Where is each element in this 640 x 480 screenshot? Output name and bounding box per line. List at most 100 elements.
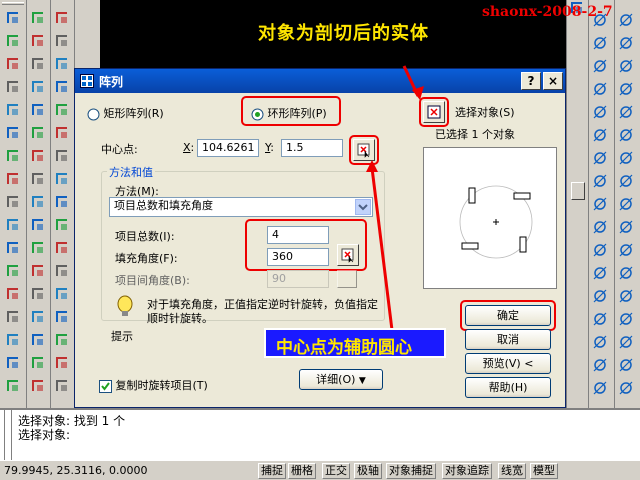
toolbar-tool-icon[interactable] — [5, 332, 21, 348]
toolbar-tool-icon[interactable] — [30, 56, 46, 72]
center-x-input[interactable]: 104.6261 — [197, 139, 259, 157]
command-window[interactable]: 选择对象: 找到 1 个 选择对象: — [0, 408, 640, 460]
draw-tool-icon[interactable] — [618, 265, 634, 284]
status-toggle-7[interactable]: 模型 — [530, 463, 558, 479]
toolbar-tool-icon[interactable] — [54, 355, 70, 371]
select-objects-button[interactable] — [423, 101, 445, 123]
rect-array-radio[interactable]: 矩形阵列(R) — [87, 105, 164, 121]
toolbar-tool-icon[interactable] — [30, 194, 46, 210]
toolbar-tool-icon[interactable] — [5, 33, 21, 49]
draw-tool-icon[interactable] — [592, 265, 608, 284]
draw-tool-icon[interactable] — [618, 81, 634, 100]
toolbar-tool-icon[interactable] — [30, 10, 46, 26]
toolbar-tool-icon[interactable] — [5, 355, 21, 371]
toolbar-tool-icon[interactable] — [30, 125, 46, 141]
draw-tool-icon[interactable] — [618, 288, 634, 307]
toolbar-tool-icon[interactable] — [30, 33, 46, 49]
polar-array-radio[interactable]: 环形阵列(P) — [251, 105, 327, 121]
toolbar-tool-icon[interactable] — [54, 263, 70, 279]
draw-tool-icon[interactable] — [592, 173, 608, 192]
toolbar-tool-icon[interactable] — [5, 56, 21, 72]
toolbar-tool-icon[interactable] — [54, 286, 70, 302]
draw-tool-icon[interactable] — [592, 219, 608, 238]
toolbar-tool-icon[interactable] — [54, 125, 70, 141]
draw-tool-icon[interactable] — [592, 196, 608, 215]
toolbar-tool-icon[interactable] — [30, 102, 46, 118]
draw-tool-icon[interactable] — [592, 380, 608, 399]
toolbar-tool-icon[interactable] — [54, 148, 70, 164]
toolbar-tool-icon[interactable] — [5, 171, 21, 187]
toolbar-tool-icon[interactable] — [30, 332, 46, 348]
draw-tool-icon[interactable] — [618, 219, 634, 238]
help-title-button[interactable]: ? — [521, 72, 541, 90]
toolbar-tool-icon[interactable] — [54, 56, 70, 72]
toolbar-tool-icon[interactable] — [5, 309, 21, 325]
preview-button[interactable]: 预览(V) < — [465, 353, 551, 374]
coordinates-readout[interactable]: 79.9945, 25.3116, 0.0000 — [4, 464, 147, 477]
toolbar-tool-icon[interactable] — [54, 194, 70, 210]
draw-tool-icon[interactable] — [592, 58, 608, 77]
draw-tool-icon[interactable] — [618, 357, 634, 376]
method-select[interactable]: 项目总数和填充角度 — [109, 197, 373, 217]
draw-tool-icon[interactable] — [592, 334, 608, 353]
toolbar-tool-icon[interactable] — [54, 79, 70, 95]
toolbar-tool-icon[interactable] — [5, 240, 21, 256]
cancel-button[interactable]: 取消 — [465, 329, 551, 350]
ok-button[interactable]: 确定 — [465, 305, 551, 326]
draw-tool-icon[interactable] — [618, 12, 634, 31]
command-grip[interactable] — [4, 410, 12, 460]
toolbar-tool-icon[interactable] — [54, 217, 70, 233]
draw-tool-icon[interactable] — [618, 104, 634, 123]
center-y-input[interactable]: 1.5 — [281, 139, 343, 157]
draw-tool-icon[interactable] — [592, 127, 608, 146]
draw-tool-icon[interactable] — [618, 127, 634, 146]
status-toggle-6[interactable]: 线宽 — [498, 463, 526, 479]
dialog-titlebar[interactable]: 阵列 ? × — [75, 69, 565, 93]
toolbar-tool-icon[interactable] — [5, 10, 21, 26]
draw-tool-icon[interactable] — [592, 288, 608, 307]
toolbar-tool-icon[interactable] — [30, 148, 46, 164]
toolbar-tool-icon[interactable] — [30, 263, 46, 279]
draw-tool-icon[interactable] — [618, 150, 634, 169]
toolbar-tool-icon[interactable] — [30, 171, 46, 187]
draw-tool-icon[interactable] — [618, 380, 634, 399]
draw-tool-icon[interactable] — [618, 242, 634, 261]
item-angle-input[interactable]: 90 — [267, 270, 329, 288]
close-title-button[interactable]: × — [543, 72, 563, 90]
draw-tool-icon[interactable] — [592, 242, 608, 261]
draw-tool-icon[interactable] — [618, 196, 634, 215]
draw-tool-icon[interactable] — [592, 311, 608, 330]
toolbar-tool-icon[interactable] — [5, 102, 21, 118]
toolbar-tool-icon[interactable] — [54, 309, 70, 325]
total-items-input[interactable]: 4 — [267, 226, 329, 244]
toolbar-tool-icon[interactable] — [30, 355, 46, 371]
status-toggle-0[interactable]: 捕捉 — [258, 463, 286, 479]
toolbar-grip[interactable] — [2, 2, 24, 5]
toolbar-tool-icon[interactable] — [5, 378, 21, 394]
toolbar-tool-icon[interactable] — [30, 217, 46, 233]
toolbar-tool-icon[interactable] — [5, 286, 21, 302]
draw-tool-icon[interactable] — [618, 311, 634, 330]
toolbar-tool-icon[interactable] — [54, 240, 70, 256]
details-button[interactable]: 详细(O) ▼ — [299, 369, 383, 390]
draw-tool-icon[interactable] — [618, 173, 634, 192]
fill-angle-input[interactable]: 360 — [267, 248, 329, 266]
toolbar-tool-icon[interactable] — [30, 378, 46, 394]
pick-center-button[interactable] — [353, 139, 375, 161]
draw-tool-icon[interactable] — [592, 104, 608, 123]
draw-tool-icon[interactable] — [592, 81, 608, 100]
draw-tool-icon[interactable] — [618, 58, 634, 77]
help-button[interactable]: 帮助(H) — [465, 377, 551, 398]
toolbar-tool-icon[interactable] — [54, 102, 70, 118]
pick-fill-angle-button[interactable] — [337, 244, 359, 266]
toolbar-tool-icon[interactable] — [30, 240, 46, 256]
draw-tool-icon[interactable] — [592, 357, 608, 376]
draw-tool-icon[interactable] — [618, 334, 634, 353]
toolbar-tool-icon[interactable] — [54, 171, 70, 187]
toolbar-tool-icon[interactable] — [54, 10, 70, 26]
chevron-down-icon[interactable] — [355, 199, 371, 215]
draw-tool-icon[interactable] — [592, 150, 608, 169]
toolbar-tool-icon[interactable] — [5, 79, 21, 95]
status-toggle-4[interactable]: 对象捕捉 — [386, 463, 436, 479]
toolbar-tool-icon[interactable] — [30, 309, 46, 325]
